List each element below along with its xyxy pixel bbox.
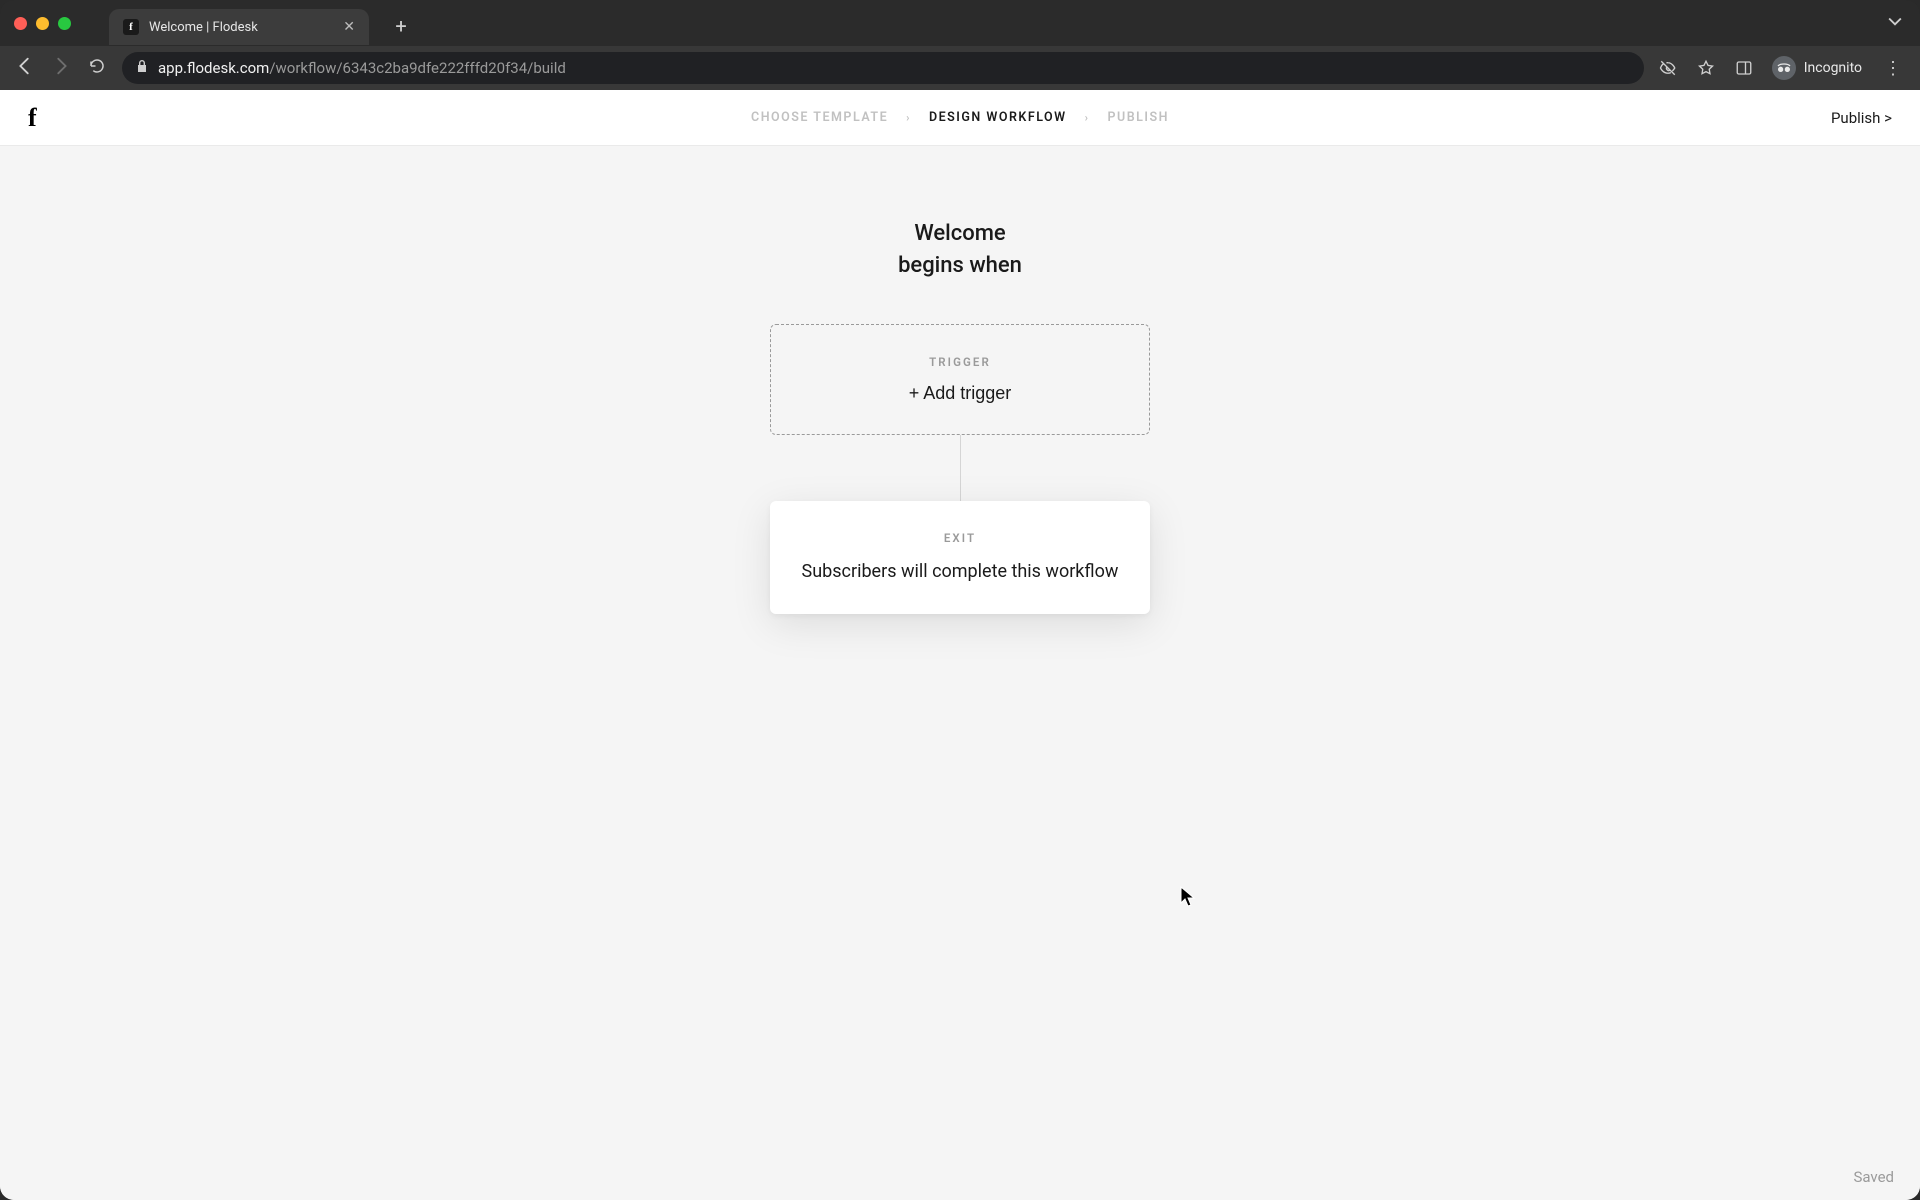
titlebar: f Welcome | Flodesk ✕ + <box>0 0 1920 46</box>
workflow-canvas: Welcome begins when TRIGGER + Add trigge… <box>0 146 1920 1200</box>
back-button[interactable] <box>14 55 36 82</box>
chevron-right-icon: › <box>1085 111 1090 124</box>
trigger-label: TRIGGER <box>799 355 1121 369</box>
panel-icon[interactable] <box>1734 58 1754 78</box>
publish-link[interactable]: Publish > <box>1831 109 1892 127</box>
tab-title: Welcome | Flodesk <box>149 20 333 35</box>
incognito-label: Incognito <box>1804 60 1862 76</box>
trigger-node[interactable]: TRIGGER + Add trigger <box>770 324 1150 435</box>
address-bar: app.flodesk.com/workflow/6343c2ba9dfe222… <box>0 46 1920 90</box>
forward-button[interactable] <box>50 55 72 82</box>
incognito-icon <box>1772 56 1796 80</box>
window-minimize-button[interactable] <box>36 17 49 30</box>
chevron-right-icon: › <box>906 111 911 124</box>
app-header: f CHOOSE TEMPLATE › DESIGN WORKFLOW › PU… <box>0 90 1920 146</box>
tab-close-button[interactable]: ✕ <box>343 19 355 35</box>
browser-menu-button[interactable]: ⋮ <box>1880 58 1906 79</box>
add-trigger-button[interactable]: + Add trigger <box>909 383 1012 404</box>
workflow-steps: CHOOSE TEMPLATE › DESIGN WORKFLOW › PUBL… <box>751 110 1169 125</box>
lock-icon <box>136 59 148 77</box>
tab-favicon: f <box>123 19 139 35</box>
window-zoom-button[interactable] <box>58 17 71 30</box>
incognito-indicator[interactable]: Incognito <box>1772 56 1862 80</box>
step-design-workflow[interactable]: DESIGN WORKFLOW <box>929 110 1067 125</box>
browser-tab[interactable]: f Welcome | Flodesk ✕ <box>109 9 369 45</box>
save-status: Saved <box>1853 1168 1894 1186</box>
exit-text: Subscribers will complete this workflow <box>798 559 1122 584</box>
node-connector <box>960 435 961 501</box>
toolbar-right: Incognito ⋮ <box>1658 56 1906 80</box>
exit-node: EXIT Subscribers will complete this work… <box>770 501 1150 614</box>
tabs-menu-button[interactable] <box>1888 15 1902 31</box>
exit-label: EXIT <box>798 531 1122 545</box>
step-choose-template[interactable]: CHOOSE TEMPLATE <box>751 110 888 125</box>
app-logo[interactable]: f <box>28 103 37 133</box>
window-close-button[interactable] <box>14 17 27 30</box>
eye-off-icon[interactable] <box>1658 58 1678 78</box>
reload-button[interactable] <box>86 57 108 80</box>
step-publish[interactable]: PUBLISH <box>1107 110 1169 125</box>
url-text: app.flodesk.com/workflow/6343c2ba9dfe222… <box>158 59 566 77</box>
omnibox[interactable]: app.flodesk.com/workflow/6343c2ba9dfe222… <box>122 52 1644 84</box>
workflow-heading: Welcome begins when <box>898 218 1022 282</box>
star-icon[interactable] <box>1696 58 1716 78</box>
heading-line2: begins when <box>898 250 1022 282</box>
browser-window: f Welcome | Flodesk ✕ + app.flodesk.com/… <box>0 0 1920 1200</box>
heading-line1: Welcome <box>898 218 1022 250</box>
new-tab-button[interactable]: + <box>387 12 415 40</box>
window-controls <box>14 17 71 30</box>
app-viewport: f CHOOSE TEMPLATE › DESIGN WORKFLOW › PU… <box>0 90 1920 1200</box>
